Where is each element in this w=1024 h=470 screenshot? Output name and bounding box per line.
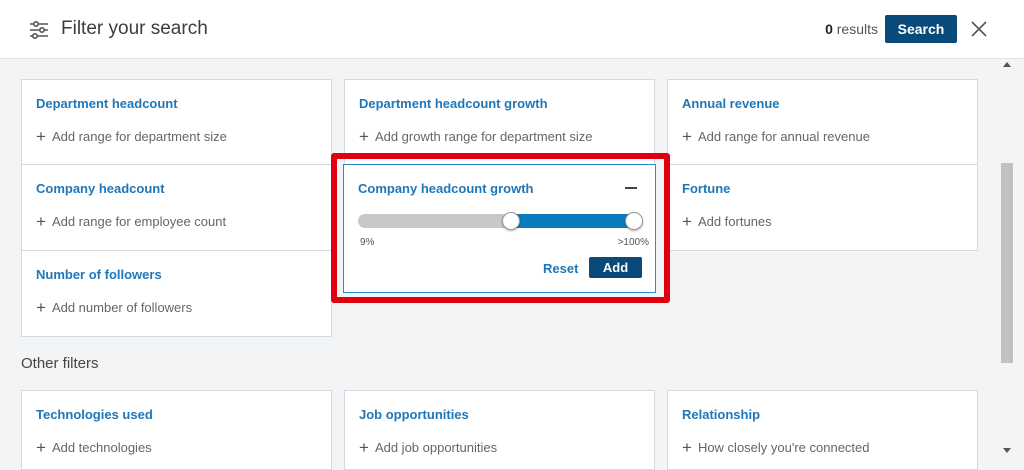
add-button[interactable]: Add	[589, 257, 642, 278]
add-label: Add range for employee count	[51, 214, 227, 229]
add-label: Add job opportunities	[374, 440, 498, 455]
plus-icon: +	[36, 127, 46, 146]
add-label: Add range for department size	[51, 129, 227, 144]
collapse-minus-icon[interactable]	[625, 187, 637, 189]
add-range-link[interactable]: + Add number of followers	[36, 298, 193, 317]
plus-icon: +	[36, 212, 46, 231]
reset-button[interactable]: Reset	[543, 261, 578, 276]
add-range-link[interactable]: + Add fortunes	[682, 212, 772, 231]
add-label: Add fortunes	[697, 214, 772, 229]
card-title: Department headcount growth	[359, 96, 548, 111]
card-title: Relationship	[682, 407, 761, 422]
add-range-link[interactable]: + Add range for annual revenue	[682, 127, 870, 146]
plus-icon: +	[682, 127, 692, 146]
search-button[interactable]: Search	[885, 15, 957, 43]
filter-card-technologies-used[interactable]: Technologies used + Add technologies	[21, 390, 332, 470]
add-range-link[interactable]: + Add range for employee count	[36, 212, 227, 231]
slider-max-label: >100%	[617, 237, 649, 248]
add-label: Add range for annual revenue	[697, 129, 870, 144]
close-icon[interactable]	[969, 19, 989, 39]
plus-icon: +	[359, 438, 369, 457]
plus-icon: +	[682, 438, 692, 457]
plus-icon: +	[359, 127, 369, 146]
slider-high-handle[interactable]	[625, 212, 643, 230]
sliders-icon	[30, 20, 48, 40]
add-range-link[interactable]: + Add range for department size	[36, 127, 227, 146]
card-title: Job opportunities	[359, 407, 469, 422]
card-title: Fortune	[682, 181, 731, 196]
add-range-link[interactable]: + How closely you're connected	[682, 438, 870, 457]
filter-card-company-headcount[interactable]: Company headcount + Add range for employe…	[21, 164, 332, 251]
scroll-down-arrow-icon[interactable]	[1003, 448, 1011, 453]
filter-card-number-of-followers[interactable]: Number of followers + Add number of follo…	[21, 250, 332, 337]
page-title: Filter your search	[61, 18, 208, 39]
add-range-link[interactable]: + Add technologies	[36, 438, 152, 457]
slider-selected-range	[510, 214, 641, 228]
card-title: Company headcount	[36, 181, 165, 196]
add-label: Add growth range for department size	[374, 129, 593, 144]
add-range-link[interactable]: + Add job opportunities	[359, 438, 498, 457]
plus-icon: +	[36, 438, 46, 457]
scrollbar-thumb[interactable]	[1001, 163, 1013, 363]
filter-card-job-opportunities[interactable]: Job opportunities + Add job opportunities	[344, 390, 655, 470]
slider-min-label: 9%	[360, 237, 375, 248]
plus-icon: +	[36, 298, 46, 317]
card-title: Annual revenue	[682, 96, 780, 111]
add-label: Add number of followers	[51, 300, 193, 315]
filter-card-company-headcount-growth: Company headcount growth 9% >100% Reset …	[343, 164, 656, 293]
scroll-up-arrow-icon[interactable]	[1003, 62, 1011, 67]
filter-card-department-headcount[interactable]: Department headcount + Add range for depa…	[21, 79, 332, 165]
card-title: Number of followers	[36, 267, 162, 282]
add-label: How closely you're connected	[697, 440, 870, 455]
add-range-link[interactable]: + Add growth range for department size	[359, 127, 593, 146]
filter-card-fortune[interactable]: Fortune + Add fortunes	[667, 164, 978, 251]
filter-card-relationship[interactable]: Relationship + How closely you're connect…	[667, 390, 978, 470]
slider-low-handle[interactable]	[501, 212, 520, 230]
plus-icon: +	[682, 212, 692, 231]
card-title: Department headcount	[36, 96, 178, 111]
add-label: Add technologies	[51, 440, 152, 455]
results-number: 0	[825, 21, 833, 37]
results-count: 0 results	[825, 21, 878, 37]
filter-header: Filter your search 0 results Search	[0, 0, 1024, 59]
growth-range-slider[interactable]	[358, 214, 641, 228]
results-label: results	[836, 21, 878, 37]
card-title: Company headcount growth	[358, 181, 534, 196]
other-filters-heading: Other filters	[21, 355, 99, 372]
filter-card-annual-revenue[interactable]: Annual revenue + Add range for annual rev…	[667, 79, 978, 165]
card-title: Technologies used	[36, 407, 153, 422]
